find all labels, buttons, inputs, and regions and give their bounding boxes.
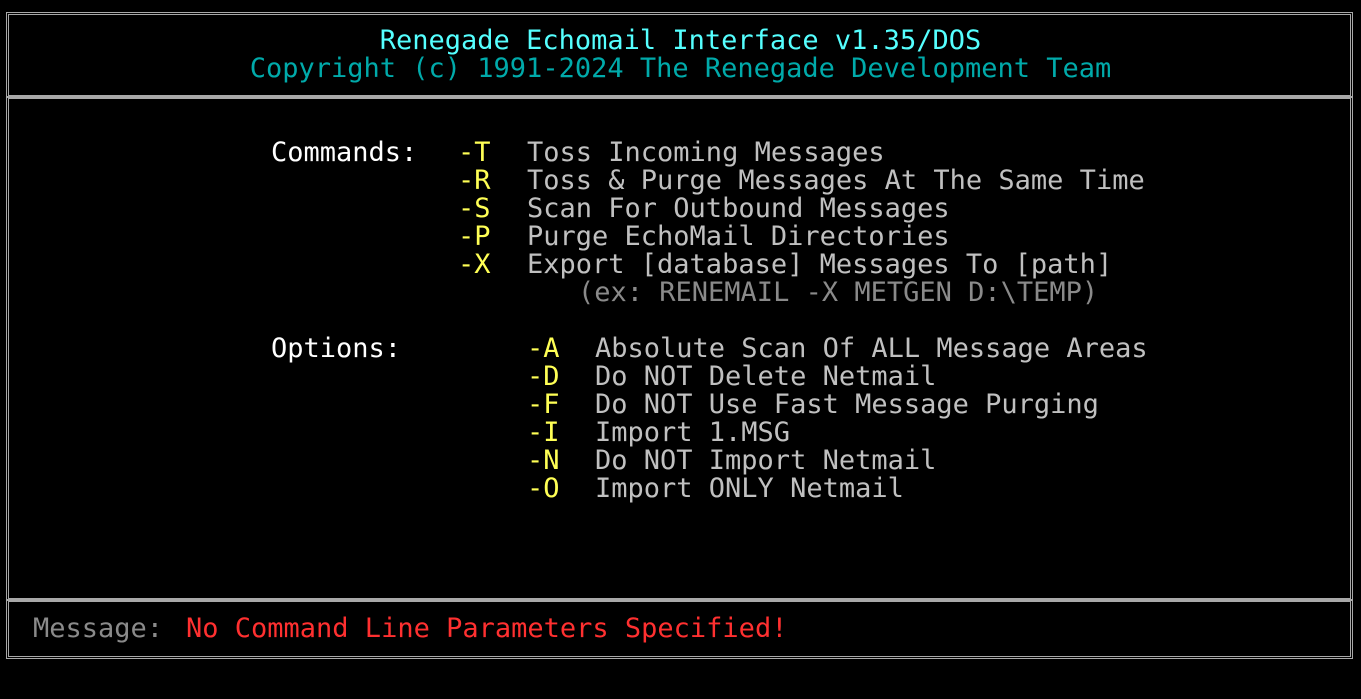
status-label: Message: [33,613,164,644]
command-flag: -R [458,165,491,196]
status-message: No Command Line Parameters Specified! [186,613,788,644]
command-description: Export [database] Messages To [path] [527,249,1113,280]
option-description: Import ONLY Netmail [595,473,904,504]
options-label: Options: [271,333,402,364]
option-description: Do NOT Delete Netmail [595,361,937,392]
copyright-line: Copyright (c) 1991-2024 The Renegade Dev… [249,53,1112,84]
option-description: Do NOT Import Netmail [595,445,937,476]
app-title: Renegade Echomail Interface v1.35/DOS [379,25,982,56]
command-description: Toss & Purge Messages At The Same Time [527,165,1145,196]
command-flag: -X [458,249,491,280]
option-flag: -A [527,333,560,364]
option-description: Do NOT Use Fast Message Purging [595,389,1099,420]
command-description: Purge EchoMail Directories [527,221,950,252]
option-description: Import 1.MSG [595,417,791,448]
option-flag: -N [527,445,560,476]
command-flag: -P [458,221,491,252]
command-flag: -T [458,137,491,168]
export-example: (ex: RENEMAIL -X METGEN D:\TEMP) [578,277,1099,308]
command-description: Toss Incoming Messages [527,137,885,168]
option-flag: -F [527,389,560,420]
commands-label: Commands: [271,137,418,168]
option-flag: -D [527,361,560,392]
option-flag: -O [527,473,560,504]
terminal-screen: Renegade Echomail Interface v1.35/DOS Co… [0,0,1361,699]
option-flag: -I [527,417,560,448]
command-flag: -S [458,193,491,224]
command-description: Scan For Outbound Messages [527,193,950,224]
option-description: Absolute Scan Of ALL Message Areas [595,333,1148,364]
